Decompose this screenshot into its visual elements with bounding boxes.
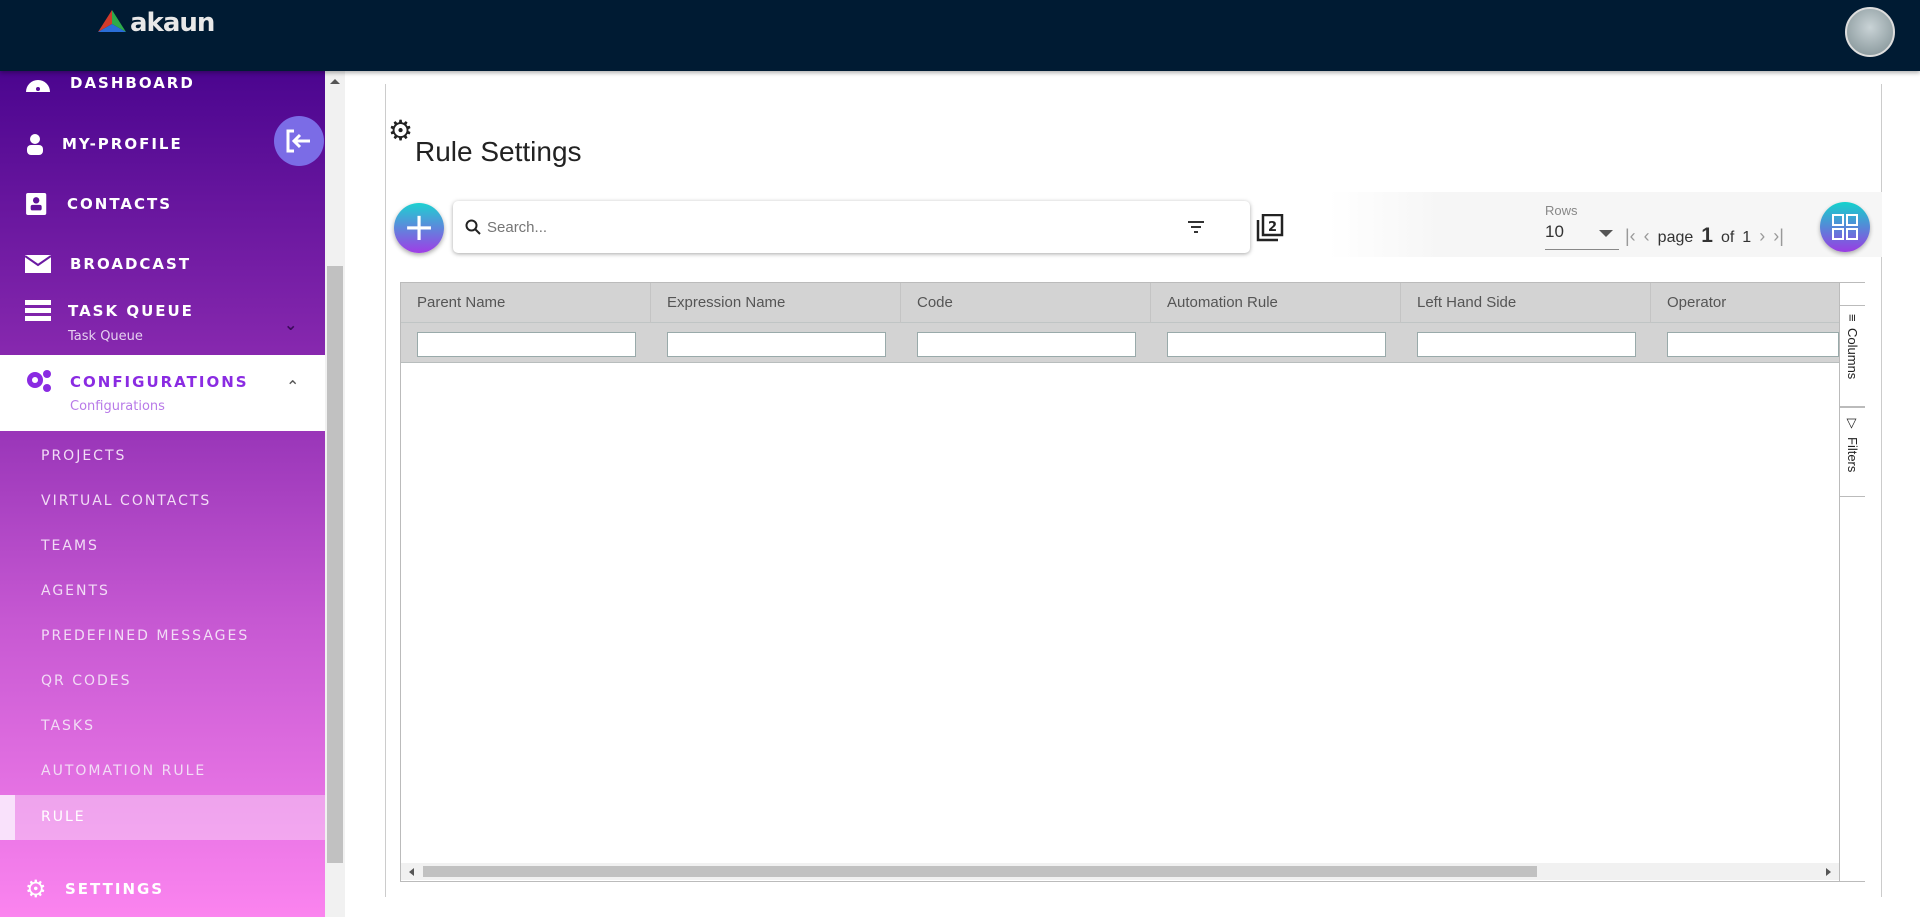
sidebar-item-label: BROADCAST <box>70 255 192 273</box>
avatar[interactable] <box>1845 7 1895 57</box>
search-box <box>453 201 1250 253</box>
search-icon <box>465 219 481 235</box>
collapse-sidebar-button[interactable] <box>274 116 324 166</box>
logo-icon <box>98 10 126 32</box>
grid-horizontal-scrollbar[interactable] <box>401 863 1839 880</box>
sidebar-subitem-teams[interactable]: TEAMS <box>0 524 325 569</box>
filter-automation-rule-input[interactable] <box>1167 332 1386 357</box>
rows-per-page-select[interactable]: 10 <box>1545 222 1619 250</box>
sidebar-item-dashboard[interactable]: DASHBOARD <box>0 71 325 95</box>
sidebar-subitem-predefined-messages[interactable]: PREDEFINED MESSAGES <box>0 614 325 659</box>
sidebar-subitem-tasks[interactable]: TASKS <box>0 704 325 749</box>
next-page-icon[interactable]: › <box>1759 226 1765 247</box>
dashboard-icon <box>26 80 50 92</box>
columns-icon: ≡ <box>1845 314 1860 322</box>
column-header-parent-name[interactable]: Parent Name <box>401 283 651 323</box>
search-input[interactable] <box>487 218 1187 236</box>
filters-tab-label: Filters <box>1845 437 1860 473</box>
grid-header-row: Parent Name Expression Name Code Automat… <box>401 283 1839 323</box>
last-page-icon[interactable]: ›| <box>1773 226 1784 247</box>
scrollbar-thumb[interactable] <box>423 866 1537 877</box>
scroll-right-icon[interactable] <box>1826 868 1831 876</box>
sign-out-icon <box>286 129 310 153</box>
sidebar-subitem-virtual-contacts[interactable]: VIRTUAL CONTACTS <box>0 479 325 524</box>
gear-icon: ⚙ <box>388 114 414 147</box>
sidebar-item-label: CONTACTS <box>67 195 173 213</box>
svg-text:2: 2 <box>1268 220 1277 235</box>
scroll-up-icon[interactable] <box>330 79 340 84</box>
filter-icon[interactable] <box>1187 220 1205 234</box>
sidebar: DASHBOARD MY-PROFILE CONTACTS BROADCAST … <box>0 71 325 917</box>
sidebar-item-task-queue[interactable]: TASK QUEUE Task Queue ⌄ <box>0 299 325 344</box>
add-rule-button[interactable]: + <box>394 203 444 253</box>
sidebar-subitem-rule[interactable]: RULE <box>0 795 325 840</box>
data-grid: Parent Name Expression Name Code Automat… <box>400 282 1865 882</box>
chevron-down-icon[interactable]: ⌄ <box>284 315 299 334</box>
sidebar-item-label: MY-PROFILE <box>62 135 183 153</box>
user-icon <box>27 134 43 155</box>
scrollbar-thumb[interactable] <box>327 266 343 863</box>
column-header-operator[interactable]: Operator <box>1651 283 1839 323</box>
sidebar-subitem-projects[interactable]: PROJECTS <box>0 434 325 479</box>
sidebar-item-sublabel: Task Queue <box>68 329 143 344</box>
prev-page-icon[interactable]: ‹ <box>1644 226 1650 247</box>
filter-copy-icon[interactable]: 2 <box>1256 214 1284 242</box>
sidebar-item-sublabel: Configurations <box>70 399 165 414</box>
column-header-automation-rule[interactable]: Automation Rule <box>1151 283 1401 323</box>
chevron-up-icon[interactable]: ⌃ <box>286 377 299 396</box>
grid-filter-row <box>401 323 1839 363</box>
sidebar-subitem-agents[interactable]: AGENTS <box>0 569 325 614</box>
logo[interactable]: akaun <box>98 8 215 38</box>
sidebar-item-broadcast[interactable]: BROADCAST <box>0 252 325 276</box>
grid-icon <box>1832 214 1858 240</box>
server-icon <box>25 300 51 321</box>
columns-tab[interactable]: ≡ Columns <box>1840 305 1865 407</box>
first-page-icon[interactable]: |‹ <box>1625 226 1636 247</box>
top-bar: akaun <box>0 0 1920 71</box>
page-title: Rule Settings <box>415 136 582 167</box>
rows-label: Rows <box>1545 203 1578 218</box>
grid-view-button[interactable] <box>1820 202 1870 252</box>
sidebar-scrollbar[interactable] <box>325 71 345 917</box>
filter-left-hand-side-input[interactable] <box>1417 332 1636 357</box>
sidebar-subitem-qr-codes[interactable]: QR CODES <box>0 659 325 704</box>
gears-icon <box>27 370 51 392</box>
sidebar-item-settings[interactable]: ⚙ SETTINGS <box>0 877 325 901</box>
column-header-expression-name[interactable]: Expression Name <box>651 283 901 323</box>
caret-down-icon <box>1599 230 1613 237</box>
columns-tab-label: Columns <box>1845 327 1860 379</box>
current-page: 1 <box>1701 224 1713 247</box>
sidebar-item-label: CONFIGURATIONS <box>70 373 249 391</box>
sidebar-item-label: TASK QUEUE <box>68 302 194 320</box>
filters-tab[interactable]: ▽ Filters <box>1840 407 1865 497</box>
sidebar-item-label: DASHBOARD <box>70 74 195 92</box>
of-word: of <box>1720 229 1735 246</box>
pager: |‹ ‹ page 1 of 1 › ›| <box>1625 224 1784 248</box>
sidebar-item-contacts[interactable]: CONTACTS <box>0 192 325 216</box>
filter-code-input[interactable] <box>917 332 1136 357</box>
page-word: page <box>1657 229 1694 246</box>
contacts-icon <box>26 193 47 215</box>
sidebar-item-configurations[interactable]: CONFIGURATIONS Configurations ⌃ <box>0 355 325 431</box>
sidebar-subitem-automation-rule[interactable]: AUTOMATION RULE <box>0 749 325 794</box>
total-pages: 1 <box>1742 229 1752 246</box>
funnel-icon: ▽ <box>1845 416 1860 431</box>
grid-side-bar: ≡ Columns ▽ Filters <box>1839 283 1865 881</box>
logo-text: akaun <box>130 8 215 38</box>
gear-icon: ⚙ <box>25 875 49 903</box>
column-header-code[interactable]: Code <box>901 283 1151 323</box>
filter-operator-input[interactable] <box>1667 332 1839 357</box>
filter-parent-name-input[interactable] <box>417 332 636 357</box>
envelope-icon <box>25 255 51 273</box>
rows-value: 10 <box>1545 222 1564 241</box>
sidebar-item-label: SETTINGS <box>65 880 165 898</box>
scroll-left-icon[interactable] <box>409 868 414 876</box>
column-header-left-hand-side[interactable]: Left Hand Side <box>1401 283 1651 323</box>
filter-expression-name-input[interactable] <box>667 332 886 357</box>
